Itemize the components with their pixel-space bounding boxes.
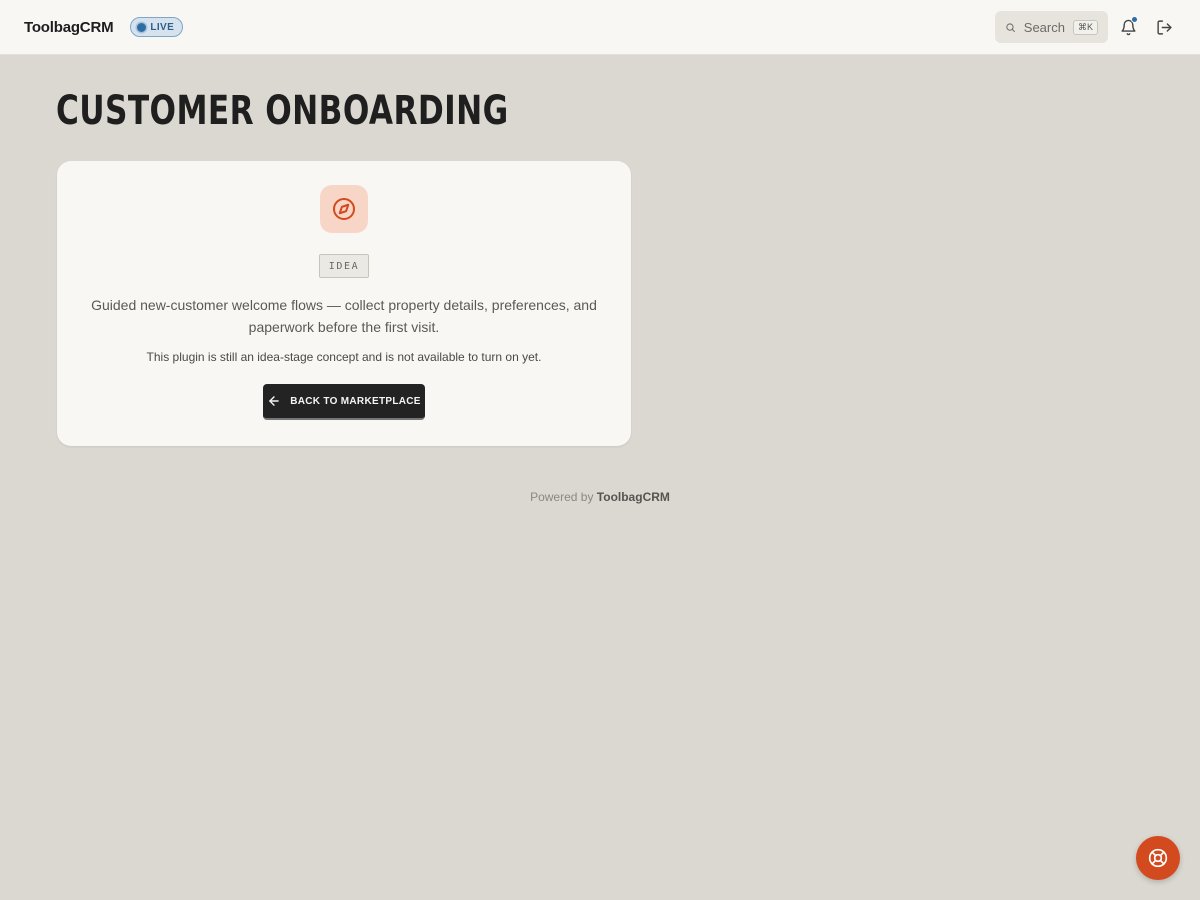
compass-icon (333, 198, 355, 220)
live-indicator-icon (137, 22, 147, 32)
plugin-card: IDEA Guided new-customer welcome flows —… (57, 161, 631, 446)
arrow-left-icon (269, 396, 280, 406)
stage-tag: IDEA (318, 254, 370, 278)
lifebuoy-icon (1148, 848, 1168, 868)
search-button[interactable]: Search ⌘K (995, 11, 1108, 43)
plugin-icon-tile (320, 185, 368, 233)
logout-icon (1156, 19, 1172, 35)
footer-prefix: Powered by (530, 490, 594, 504)
live-status-badge: LIVE (130, 17, 184, 37)
notification-dot (1131, 16, 1138, 23)
page-title: CUSTOMER ONBOARDING (56, 88, 509, 134)
search-icon (1006, 22, 1015, 32)
logout-button[interactable] (1152, 15, 1176, 39)
footer: Powered by ToolbagCRM (0, 490, 1200, 504)
topbar-actions: Search ⌘K (995, 11, 1176, 43)
search-label: Search (1023, 19, 1065, 35)
footer-brand-link[interactable]: ToolbagCRM (597, 490, 670, 504)
notifications-button[interactable] (1116, 15, 1140, 39)
back-to-marketplace-button[interactable]: BACK TO MARKETPLACE (263, 384, 425, 420)
help-button[interactable] (1136, 836, 1180, 880)
search-shortcut: ⌘K (1072, 19, 1098, 35)
live-badge-label: LIVE (150, 21, 175, 33)
top-bar: ToolbagCRM LIVE Search ⌘K (0, 0, 1200, 55)
plugin-description: Guided new-customer welcome flows — coll… (91, 297, 597, 335)
back-button-label: BACK TO MARKETPLACE (290, 395, 421, 407)
availability-note: This plugin is still an idea-stage conce… (146, 350, 542, 364)
app-brand[interactable]: ToolbagCRM (24, 19, 114, 36)
